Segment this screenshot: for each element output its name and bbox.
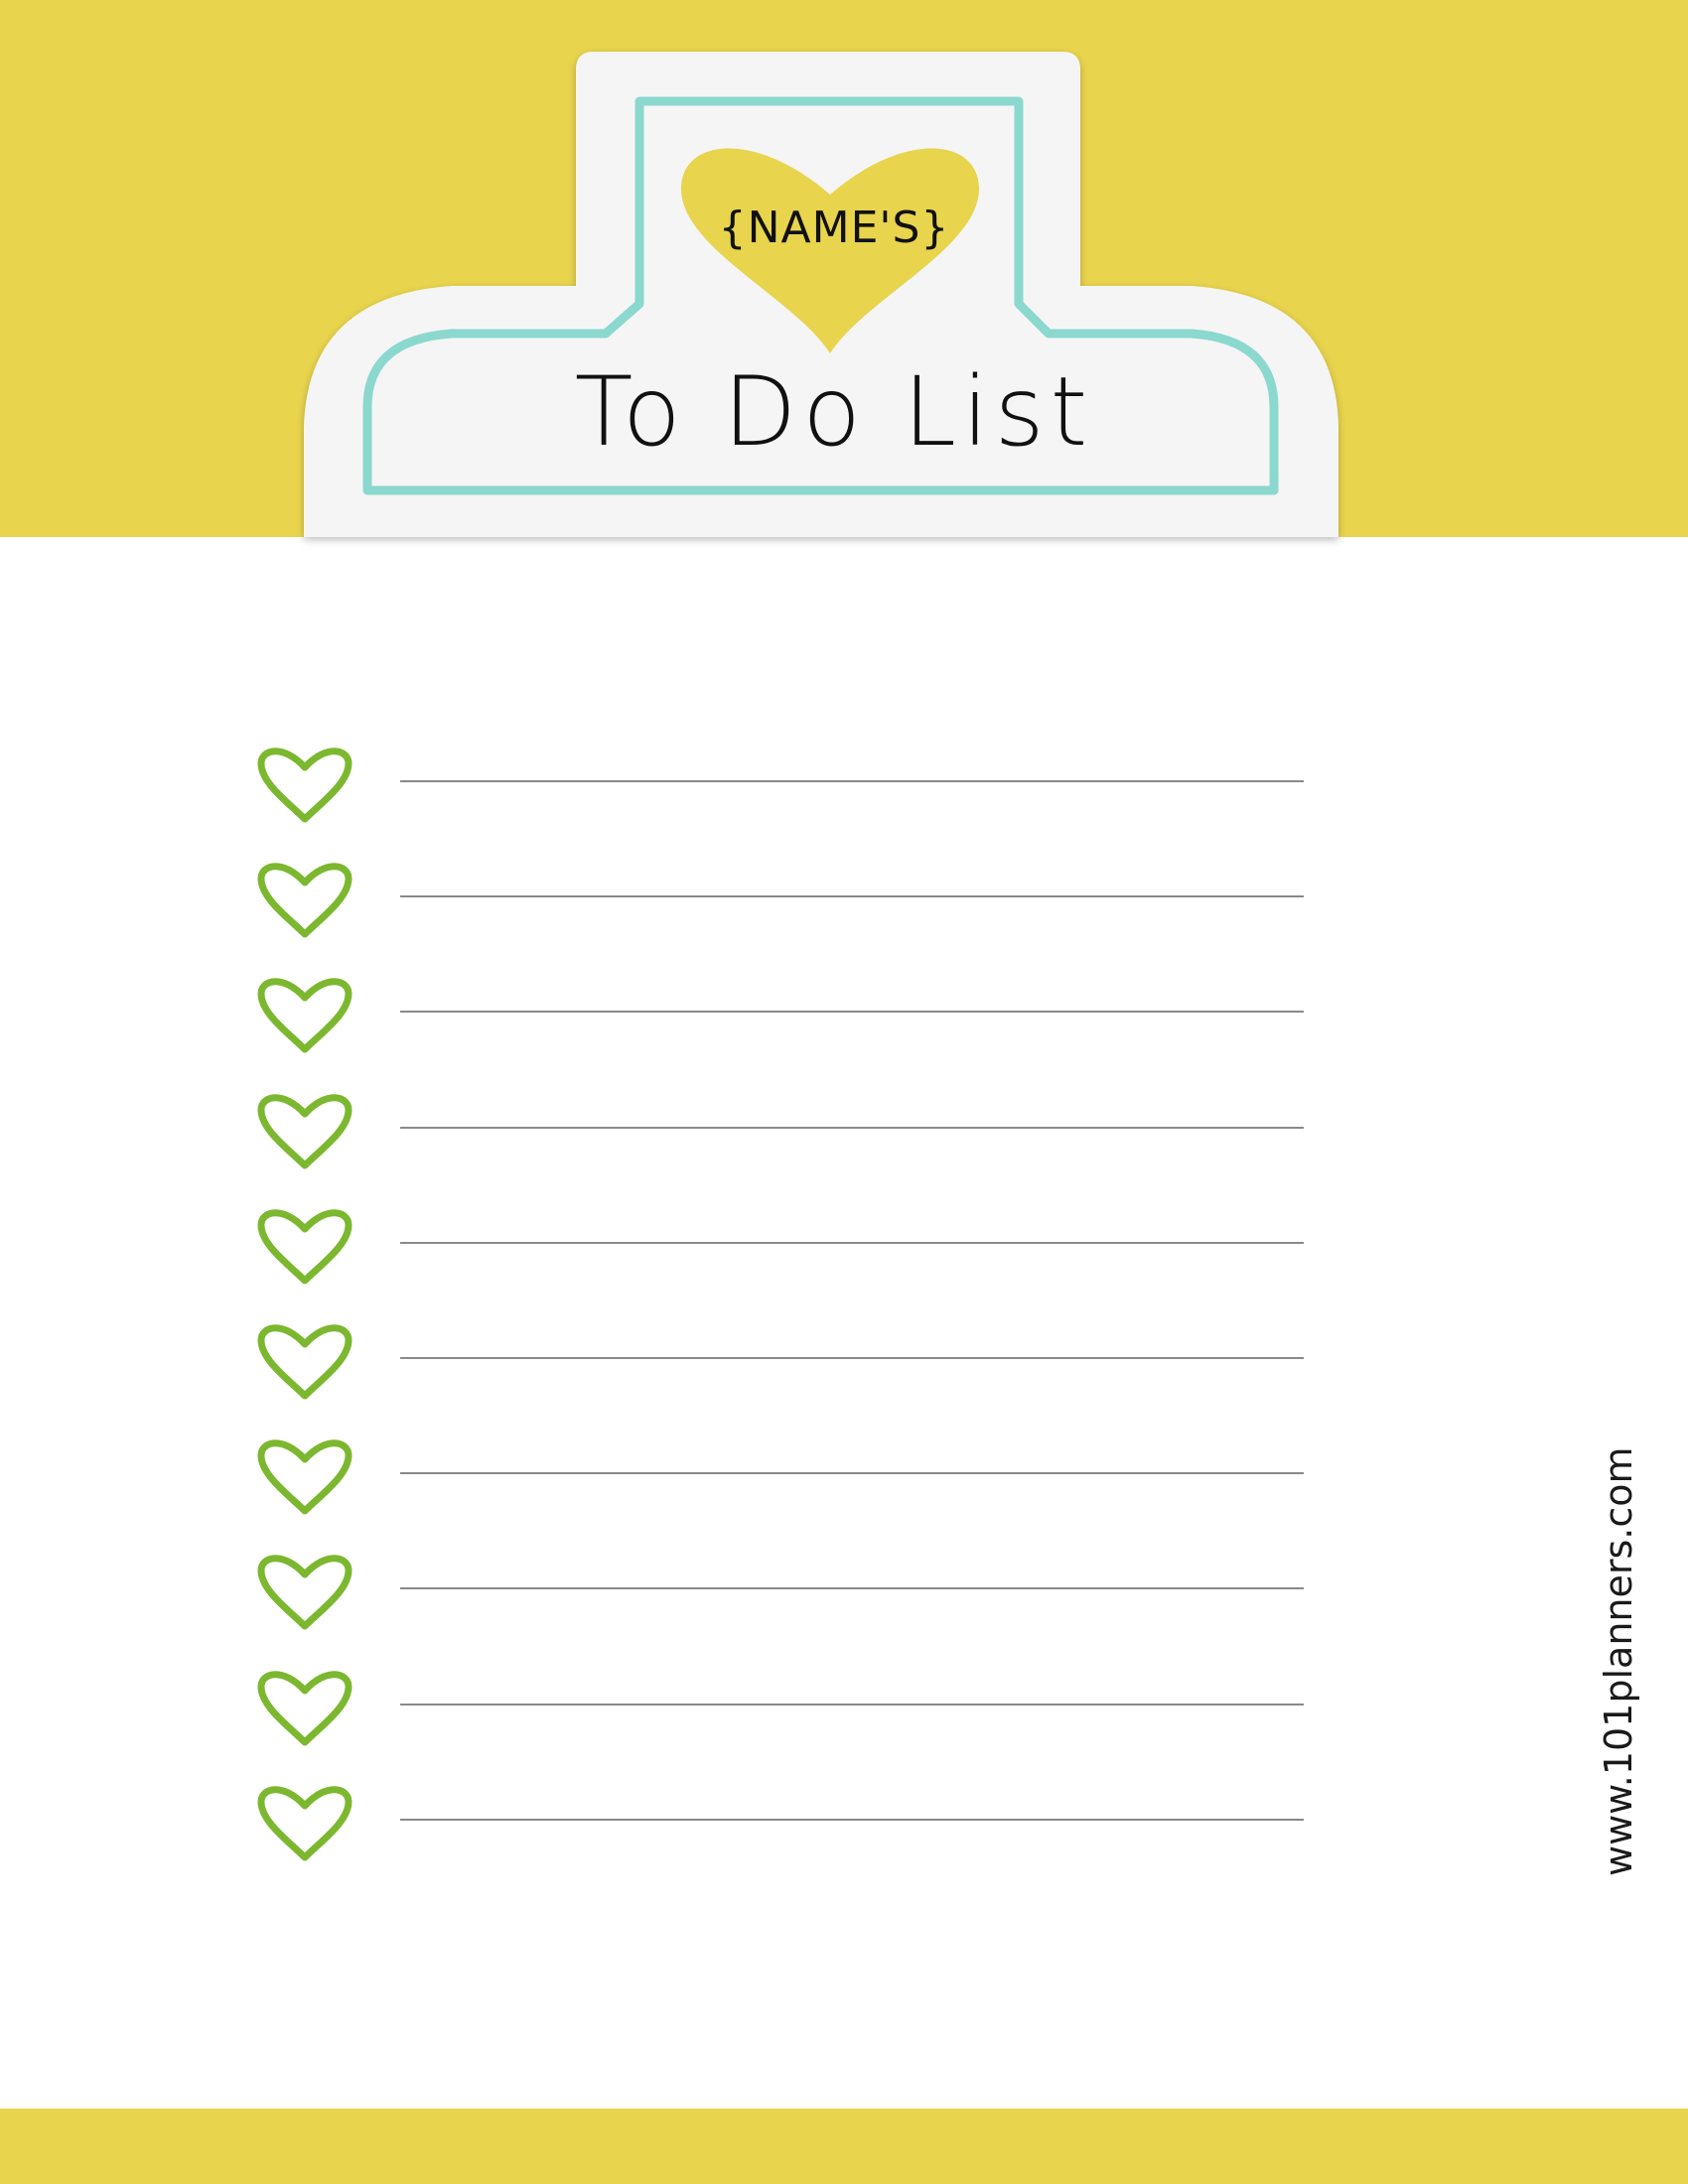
todo-list [0,0,1688,2184]
todo-row [253,1086,1306,1175]
heart-checkbox-icon[interactable] [253,1432,356,1521]
heart-checkbox-icon[interactable] [253,1778,356,1867]
todo-row [253,1547,1306,1636]
todo-write-line[interactable] [400,1704,1304,1706]
todo-row [253,1201,1306,1291]
todo-write-line[interactable] [400,1011,1304,1013]
todo-write-line[interactable] [400,1127,1304,1129]
todo-row [253,1432,1306,1521]
todo-write-line[interactable] [400,1472,1304,1474]
heart-checkbox-icon[interactable] [253,1086,356,1175]
todo-write-line[interactable] [400,895,1304,897]
heart-checkbox-icon[interactable] [253,1663,356,1752]
heart-checkbox-icon[interactable] [253,855,356,944]
todo-row [253,1316,1306,1406]
todo-write-line[interactable] [400,1242,1304,1244]
website-watermark: www.101planners.com [1597,1446,1640,1876]
todo-row [253,970,1306,1059]
todo-row [253,1663,1306,1752]
todo-row [253,740,1306,829]
heart-checkbox-icon[interactable] [253,1547,356,1636]
todo-row [253,855,1306,944]
todo-write-line[interactable] [400,780,1304,782]
heart-checkbox-icon[interactable] [253,970,356,1059]
todo-write-line[interactable] [400,1819,1304,1821]
todo-write-line[interactable] [400,1587,1304,1589]
todo-write-line[interactable] [400,1357,1304,1359]
heart-checkbox-icon[interactable] [253,1201,356,1291]
heart-checkbox-icon[interactable] [253,1316,356,1406]
bottom-color-band [0,2109,1688,2184]
todo-row [253,1778,1306,1867]
heart-checkbox-icon[interactable] [253,740,356,829]
